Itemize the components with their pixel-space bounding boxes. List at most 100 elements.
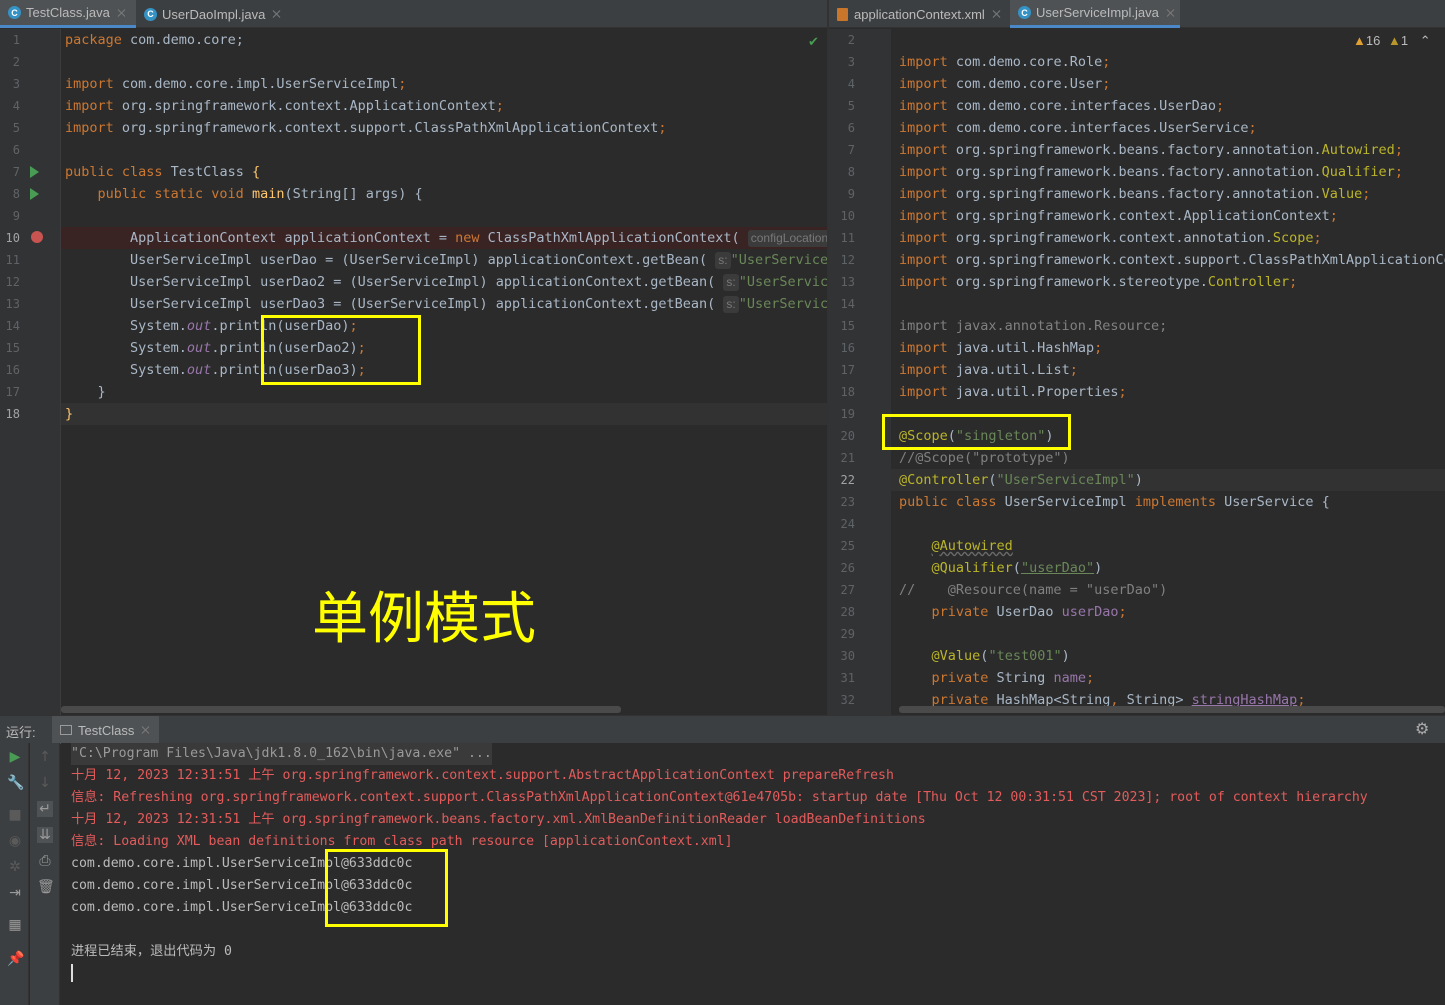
run-gutter-icon[interactable] — [30, 188, 39, 200]
line-number: 7 — [847, 143, 855, 157]
login-icon[interactable]: ⇥ — [7, 885, 23, 901]
line-number: 8 — [847, 165, 855, 179]
line-number: 11 — [840, 231, 855, 245]
close-icon[interactable] — [117, 8, 127, 18]
rcode-27: // @Resource(name = "userDao") — [899, 582, 1168, 598]
highlight-box-scope — [882, 414, 1071, 450]
line-number: 6 — [847, 121, 855, 135]
tab-label: TestClass.java — [26, 5, 110, 20]
line-number: 28 — [840, 605, 855, 619]
close-icon[interactable] — [272, 9, 282, 19]
code-line-1: package com.demo.core; — [65, 32, 244, 48]
stop-icon[interactable]: ■ — [7, 807, 23, 823]
soft-wrap-icon[interactable]: ↵ — [37, 801, 53, 817]
run-tab[interactable]: TestClass — [52, 716, 160, 744]
console-line: 进程已结束，退出代码为 0 — [71, 944, 232, 959]
java-class-icon: C — [8, 6, 21, 19]
chevron-up-icon[interactable]: ⌃ — [1420, 33, 1431, 48]
right-editor[interactable]: 2 3 4 5 6 7 8 9 10 11 12 13 14 15 16 17 18 19 20 21 22 23 24 25… — [829, 29, 1445, 715]
rcode-13: import org.springframework.stereotype.Co… — [899, 274, 1298, 290]
line-number: 14 — [840, 297, 855, 311]
line-number: 10 — [5, 231, 20, 245]
left-editor[interactable]: 1 2 3 4 5 6 7 8 9 10 11 12 13 14 15 16 17 18 ✔ package co… — [0, 29, 827, 715]
trash-icon[interactable]: 🗑 — [37, 879, 55, 895]
java-class-icon: C — [1018, 6, 1031, 19]
breakpoint-icon[interactable] — [31, 231, 43, 243]
code-line-5: import org.springframework.context.suppo… — [65, 120, 667, 136]
line-number: 22 — [840, 473, 855, 487]
layout-icon[interactable]: ▦ — [7, 917, 23, 933]
rcode-3: import com.demo.core.Role; — [899, 54, 1111, 70]
rcode-21: //@Scope("prototype") — [899, 450, 1070, 466]
rcode-8: import org.springframework.beans.factory… — [899, 164, 1403, 180]
horizontal-scrollbar[interactable] — [899, 706, 1445, 713]
rcode-23: public class UserServiceImpl implements … — [899, 494, 1330, 510]
rerun-icon[interactable]: ▶ — [7, 749, 23, 765]
rcode-28: private UserDao userDao; — [931, 604, 1127, 620]
rcode-7: import org.springframework.beans.factory… — [899, 142, 1403, 158]
tab-applicationcontext-xml[interactable]: applicationContext.xml — [829, 0, 1010, 28]
rcode-12: import org.springframework.context.suppo… — [899, 252, 1445, 268]
line-number: 6 — [12, 143, 20, 157]
close-icon[interactable] — [992, 9, 1002, 19]
run-gutter-icon[interactable] — [30, 166, 39, 178]
check-icon: ✔ — [808, 35, 819, 50]
tab-userdaoimpl[interactable]: C UserDaoImpl.java — [136, 0, 286, 28]
inspection-widget[interactable]: ▲16 ▲1 ⌃ — [1353, 33, 1431, 49]
code-line-17: } — [65, 384, 106, 400]
line-number: 3 — [847, 55, 855, 69]
console-actions-sidebar: ↑ ↓ ↵ ⇊ ⎙ 🗑 — [30, 743, 60, 1005]
code-line-12: UserServiceImpl userDao2 = (UserServiceI… — [65, 274, 827, 291]
line-number: 11 — [5, 253, 20, 267]
line-number: 15 — [5, 341, 20, 355]
line-number: 13 — [840, 275, 855, 289]
rcode-4: import com.demo.core.User; — [899, 76, 1111, 92]
line-number: 16 — [5, 363, 20, 377]
line-number: 2 — [12, 55, 20, 69]
line-number: 17 — [840, 363, 855, 377]
highlight-box-println — [261, 315, 421, 385]
close-icon[interactable] — [1166, 8, 1176, 18]
line-number: 12 — [840, 253, 855, 267]
camera-icon[interactable]: ◉ — [7, 833, 23, 849]
line-number: 31 — [840, 671, 855, 685]
gear-small-icon[interactable]: ✲ — [7, 859, 23, 875]
xml-file-icon — [837, 7, 848, 21]
rcode-15: import javax.annotation.Resource; — [899, 318, 1168, 334]
code-line-13: UserServiceImpl userDao3 = (UserServiceI… — [65, 296, 827, 313]
horizontal-scrollbar[interactable] — [61, 706, 621, 713]
tab-label: UserDaoImpl.java — [162, 6, 266, 22]
tab-userserviceimpl[interactable]: C UserServiceImpl.java — [1010, 0, 1180, 28]
line-number: 4 — [12, 99, 20, 113]
line-number: 12 — [5, 275, 20, 289]
line-number: 8 — [12, 187, 20, 201]
tab-label: applicationContext.xml — [854, 6, 985, 22]
pin-icon[interactable]: 📌 — [7, 951, 24, 967]
line-number: 18 — [840, 385, 855, 399]
console-output[interactable]: "C:\Program Files\Java\jdk1.8.0_162\bin\… — [61, 743, 1445, 1005]
line-number: 2 — [847, 33, 855, 47]
line-number: 16 — [840, 341, 855, 355]
arrow-up-icon[interactable]: ↑ — [37, 749, 53, 765]
arrow-down-icon[interactable]: ↓ — [37, 775, 53, 791]
code-line-10: ApplicationContext applicationContext = … — [65, 227, 827, 249]
rcode-5: import com.demo.core.interfaces.UserDao; — [899, 98, 1225, 114]
code-line-4: import org.springframework.context.Appli… — [65, 98, 504, 114]
warning-icon: ▲ — [1353, 33, 1366, 48]
code-line-18: } — [65, 406, 74, 422]
gear-icon[interactable]: ⚙ — [1415, 719, 1429, 738]
line-number: 13 — [5, 297, 20, 311]
line-number: 7 — [12, 165, 20, 179]
line-number: 27 — [840, 583, 855, 597]
rcode-17: import java.util.List; — [899, 362, 1078, 378]
tab-testclass[interactable]: C TestClass.java — [0, 0, 136, 28]
console-line: 十月 12, 2023 12:31:51 上午 org.springframew… — [71, 768, 894, 783]
scroll-to-end-icon[interactable]: ⇊ — [37, 827, 53, 843]
print-icon[interactable]: ⎙ — [37, 853, 53, 869]
weak-warning-icon: ▲ — [1387, 33, 1401, 48]
close-icon[interactable] — [141, 725, 151, 735]
current-line-highlight — [61, 403, 827, 425]
run-label: 运行: — [6, 725, 36, 740]
wrench-icon[interactable]: 🔧 — [7, 775, 24, 791]
rcode-30: @Value("test001") — [931, 648, 1070, 664]
